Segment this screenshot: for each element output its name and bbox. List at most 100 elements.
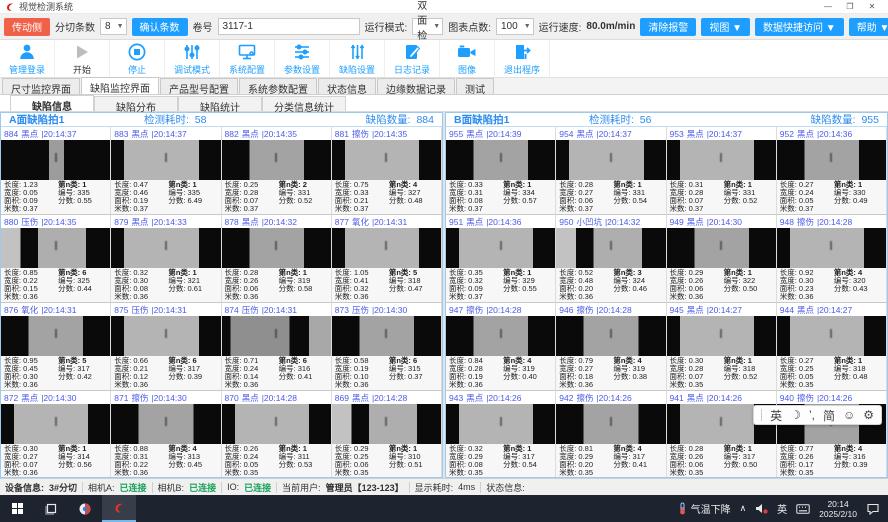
defect-card[interactable]: 872黑点|20:14:30长度: 0.30宽度: 0.27面积: 0.07米数… bbox=[1, 391, 111, 477]
defect-image[interactable] bbox=[332, 404, 441, 444]
defect-image[interactable] bbox=[667, 228, 776, 268]
defect-card[interactable]: 870黑点|20:14:28长度: 0.26宽度: 0.24面积: 0.05米数… bbox=[222, 391, 332, 477]
defect-image[interactable] bbox=[222, 404, 331, 444]
tray-expand-chevron[interactable]: ∧ bbox=[740, 503, 747, 514]
run-mode-select[interactable]: 双面检测▼ bbox=[412, 18, 443, 35]
defect-image[interactable] bbox=[111, 404, 220, 444]
defect-card[interactable]: 878黑点|20:14:32长度: 0.28宽度: 0.26面积: 0.06米数… bbox=[222, 215, 332, 303]
defect-card[interactable]: 945黑点|20:14:27长度: 0.30宽度: 0.28面积: 0.07米数… bbox=[667, 303, 777, 391]
stop-button[interactable]: 停止 bbox=[110, 40, 165, 77]
defect-card[interactable]: 873压伤|20:14:30长度: 0.58宽度: 0.19面积: 0.10米数… bbox=[332, 303, 442, 391]
clear-alarm-button[interactable]: 清除报警 bbox=[640, 18, 696, 36]
defect-image[interactable] bbox=[556, 404, 665, 444]
tab-size-monitor[interactable]: 尺寸监控界面 bbox=[2, 78, 80, 94]
defect-card[interactable]: 949黑点|20:14:30长度: 0.29宽度: 0.26面积: 0.06米数… bbox=[667, 215, 777, 303]
coil-number-input[interactable] bbox=[218, 18, 360, 35]
system-config-button[interactable]: 系统配置 bbox=[220, 40, 275, 77]
defect-card[interactable]: 944黑点|20:14:27长度: 0.27宽度: 0.25面积: 0.05米数… bbox=[777, 303, 887, 391]
defect-card[interactable]: 884黑点|20:14:37长度: 1.23宽度: 0.05面积: 0.09米数… bbox=[1, 127, 111, 215]
strip-count-select[interactable]: 8▼ bbox=[100, 18, 127, 35]
defect-card[interactable]: 871擦伤|20:14:30长度: 0.88宽度: 0.31面积: 0.22米数… bbox=[111, 391, 221, 477]
defect-card[interactable]: 881擦伤|20:14:35长度: 0.75宽度: 0.33面积: 0.21米数… bbox=[332, 127, 442, 215]
defect-card[interactable]: 943黑点|20:14:26长度: 0.32宽度: 0.29面积: 0.08米数… bbox=[446, 391, 556, 477]
defect-image[interactable] bbox=[1, 404, 110, 444]
defect-image[interactable] bbox=[556, 228, 665, 268]
close-icon[interactable]: ✕ bbox=[861, 2, 883, 11]
tab-defect-monitor[interactable]: 缺陷监控界面 bbox=[81, 77, 159, 94]
gear-icon[interactable]: ⚙ bbox=[863, 408, 874, 422]
data-shortcut-menu-button[interactable]: 数据快捷访问 ▼ bbox=[755, 18, 844, 36]
log-record-button[interactable]: 日志记录 bbox=[385, 40, 440, 77]
emoji-icon[interactable]: ☺ bbox=[843, 408, 855, 422]
tab-product-model-config[interactable]: 产品型号配置 bbox=[160, 78, 238, 94]
defect-card[interactable]: 874压伤|20:14:31长度: 0.71宽度: 0.24面积: 0.14米数… bbox=[222, 303, 332, 391]
defect-image[interactable] bbox=[556, 140, 665, 180]
defect-card[interactable]: 876氧化|20:14:31长度: 0.95宽度: 0.45面积: 0.30米数… bbox=[1, 303, 111, 391]
defect-image[interactable] bbox=[556, 316, 665, 356]
defect-image[interactable] bbox=[446, 140, 555, 180]
defect-card[interactable]: 952黑点|20:14:36长度: 0.27宽度: 0.24面积: 0.05米数… bbox=[777, 127, 887, 215]
subtab-defect-statistics[interactable]: 缺陷统计 bbox=[178, 96, 262, 111]
defect-image[interactable] bbox=[667, 316, 776, 356]
defect-image[interactable] bbox=[777, 228, 886, 268]
defect-image[interactable] bbox=[332, 140, 441, 180]
defect-card[interactable]: 877氧化|20:14:31长度: 1.05宽度: 0.41面积: 0.32米数… bbox=[332, 215, 442, 303]
image-button[interactable]: 图像 bbox=[440, 40, 495, 77]
task-view-button[interactable] bbox=[34, 495, 68, 522]
tab-system-param-config[interactable]: 系统参数配置 bbox=[239, 78, 317, 94]
defect-card[interactable]: 869黑点|20:14:28长度: 0.29宽度: 0.25面积: 0.06米数… bbox=[332, 391, 442, 477]
defect-card[interactable]: 947擦伤|20:14:28长度: 0.84宽度: 0.28面积: 0.19米数… bbox=[446, 303, 556, 391]
tab-status-info[interactable]: 状态信息 bbox=[318, 78, 376, 94]
subtab-defect-info[interactable]: 缺陷信息 bbox=[10, 95, 94, 111]
weather-widget[interactable]: 气温下降 bbox=[678, 501, 731, 516]
defect-image[interactable] bbox=[777, 316, 886, 356]
notification-center-icon[interactable] bbox=[866, 503, 880, 515]
defect-card[interactable]: 955黑点|20:14:39长度: 0.33宽度: 0.31面积: 0.08米数… bbox=[446, 127, 556, 215]
defect-card[interactable]: 954黑点|20:14:37长度: 0.28宽度: 0.27面积: 0.06米数… bbox=[556, 127, 666, 215]
defect-card[interactable]: 948擦伤|20:14:28长度: 0.92宽度: 0.30面积: 0.23米数… bbox=[777, 215, 887, 303]
defect-image[interactable] bbox=[446, 404, 555, 444]
defect-image[interactable] bbox=[1, 316, 110, 356]
defect-card[interactable]: 950小凹坑|20:14:32长度: 0.52宽度: 0.48面积: 0.20米… bbox=[556, 215, 666, 303]
drive-side-button[interactable]: 传动侧 bbox=[4, 18, 50, 36]
ime-toolbar[interactable]: 英 ☽ ’, 简 ☺ ⚙ bbox=[753, 405, 882, 425]
defect-image[interactable] bbox=[222, 228, 331, 268]
defect-image[interactable] bbox=[332, 316, 441, 356]
exit-program-button[interactable]: 退出程序 bbox=[495, 40, 550, 77]
start-button[interactable]: 开始 bbox=[55, 40, 110, 77]
keyboard-icon[interactable] bbox=[796, 504, 810, 514]
tab-test[interactable]: 测试 bbox=[456, 78, 494, 94]
defect-card[interactable]: 879黑点|20:14:33长度: 0.32宽度: 0.30面积: 0.08米数… bbox=[111, 215, 221, 303]
defect-settings-button[interactable]: 缺陷设置 bbox=[330, 40, 385, 77]
defect-card[interactable]: 940擦伤|20:14:26长度: 0.77宽度: 0.26面积: 0.17米数… bbox=[777, 391, 887, 477]
taskbar-app-browser[interactable] bbox=[68, 495, 102, 522]
start-menu-button[interactable] bbox=[0, 495, 34, 522]
taskbar-clock[interactable]: 20:14 2025/2/10 bbox=[819, 499, 857, 519]
defect-card[interactable]: 941黑点|20:14:26长度: 0.28宽度: 0.26面积: 0.06米数… bbox=[667, 391, 777, 477]
defect-image[interactable] bbox=[667, 140, 776, 180]
defect-image[interactable] bbox=[111, 228, 220, 268]
moon-icon[interactable]: ☽ bbox=[790, 408, 801, 422]
defect-card[interactable]: 880压伤|20:14:35长度: 0.85宽度: 0.22面积: 0.15米数… bbox=[1, 215, 111, 303]
defect-image[interactable] bbox=[446, 228, 555, 268]
taskbar-app-vision-system[interactable] bbox=[102, 495, 136, 522]
input-language-indicator[interactable]: 英 bbox=[777, 501, 787, 516]
admin-login-button[interactable]: 管理登录 bbox=[0, 40, 55, 77]
defect-card[interactable]: 875压伤|20:14:31长度: 0.66宽度: 0.21面积: 0.12米数… bbox=[111, 303, 221, 391]
punctuation-toggle[interactable]: ’, bbox=[809, 408, 815, 422]
ime-english-toggle[interactable]: 英 bbox=[770, 407, 782, 424]
subtab-defect-distribution[interactable]: 缺陷分布 bbox=[94, 96, 178, 111]
volume-icon[interactable] bbox=[755, 503, 768, 514]
defect-card[interactable]: 953黑点|20:14:37长度: 0.31宽度: 0.28面积: 0.07米数… bbox=[667, 127, 777, 215]
defect-image[interactable] bbox=[777, 140, 886, 180]
defect-card[interactable]: 951黑点|20:14:36长度: 0.35宽度: 0.32面积: 0.09米数… bbox=[446, 215, 556, 303]
debug-mode-button[interactable]: 调试模式 bbox=[165, 40, 220, 77]
confirm-strips-button[interactable]: 确认条数 bbox=[132, 18, 188, 36]
ime-simplified-toggle[interactable]: 简 bbox=[823, 407, 835, 424]
parameter-settings-button[interactable]: 参数设置 bbox=[275, 40, 330, 77]
defect-image[interactable] bbox=[222, 140, 331, 180]
tab-edge-data-record[interactable]: 边缘数据记录 bbox=[377, 78, 455, 94]
help-menu-button[interactable]: 帮助 ▼ bbox=[849, 18, 888, 36]
defect-image[interactable] bbox=[222, 316, 331, 356]
defect-image[interactable] bbox=[111, 140, 220, 180]
